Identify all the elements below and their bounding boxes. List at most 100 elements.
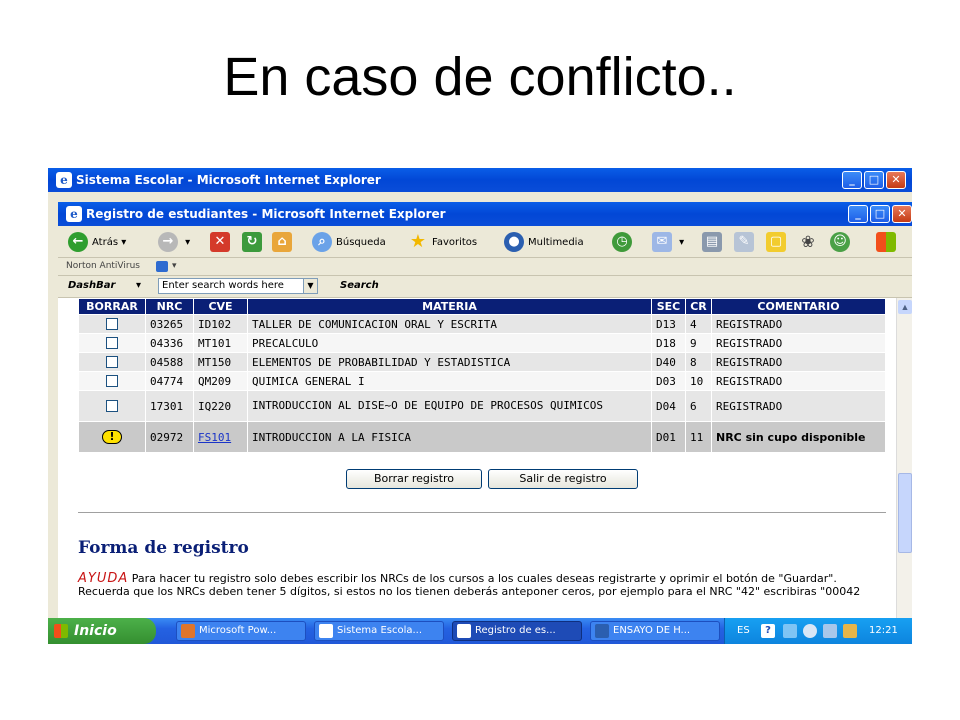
mail-icon: ✉ <box>652 232 672 252</box>
delete-checkbox[interactable] <box>106 318 118 330</box>
windows-flag-icon <box>876 232 896 252</box>
table-row: 04588 MT150 ELEMENTOS DE PROBABILIDAD Y … <box>78 352 886 372</box>
search-icon: ⌕ <box>312 232 332 252</box>
minimize-button[interactable]: _ <box>848 205 868 223</box>
materia-cell: INTRODUCCION A LA FISICA <box>247 421 652 453</box>
inner-window-title: Registro de estudiantes - Microsoft Inte… <box>86 207 446 221</box>
comentario-cell: REGISTRADO <box>711 314 886 334</box>
exit-registration-button[interactable]: Salir de registro <box>488 469 638 489</box>
maximize-button[interactable]: □ <box>870 205 890 223</box>
materia-cell: INTRODUCCION AL DISE~O DE EQUIPO DE PROC… <box>247 390 652 422</box>
table-row: 03265 ID102 TALLER DE COMUNICACION ORAL … <box>78 314 886 334</box>
norton-dropdown-icon[interactable]: ▾ <box>172 261 177 271</box>
search-button[interactable]: ⌕ Búsqueda <box>312 232 386 252</box>
research-button[interactable]: ❀ <box>798 232 822 252</box>
maximize-button[interactable]: □ <box>864 171 884 189</box>
task-label: ENSAYO DE H... <box>613 625 691 636</box>
print-button[interactable]: ▤ <box>702 232 726 252</box>
norton-toolbar: Norton AntiVirus ▾ <box>58 258 912 276</box>
display-icon[interactable] <box>823 624 837 638</box>
norton-label: Norton AntiVirus <box>66 261 140 271</box>
cve-cell: MT101 <box>193 333 248 353</box>
start-button[interactable]: Inicio <box>48 618 156 644</box>
home-button[interactable]: ⌂ <box>272 232 296 252</box>
cr-cell: 6 <box>685 390 712 422</box>
comentario-cell: NRC sin cupo disponible <box>711 421 886 453</box>
discuss-button[interactable]: ▢ <box>766 232 790 252</box>
volume-icon[interactable] <box>843 624 857 638</box>
close-button[interactable]: ✕ <box>886 171 906 189</box>
nrc-cell: 04774 <box>145 371 194 391</box>
cr-cell: 11 <box>685 421 712 453</box>
stop-button[interactable]: ✕ <box>210 232 234 252</box>
minimize-button[interactable]: _ <box>842 171 862 189</box>
dashbar-search-input[interactable]: Enter search words here ▼ <box>158 278 318 294</box>
dashbar-label[interactable]: DashBar <box>68 280 115 291</box>
favorites-label: Favoritos <box>432 237 478 248</box>
search-dropdown-icon[interactable]: ▼ <box>303 279 317 293</box>
inner-window-titlebar[interactable]: e Registro de estudiantes - Microsoft In… <box>58 202 912 226</box>
delete-checkbox[interactable] <box>106 337 118 349</box>
delete-checkbox[interactable] <box>106 356 118 368</box>
delete-checkbox[interactable] <box>106 400 118 412</box>
divider <box>78 512 886 514</box>
mail-button[interactable]: ✉ ▾ <box>652 232 684 252</box>
history-button[interactable]: ◷ <box>612 232 636 252</box>
edit-button[interactable]: ✎ <box>734 232 758 252</box>
delete-checkbox[interactable] <box>106 375 118 387</box>
task-label: Sistema Escola... <box>337 625 423 636</box>
media-icon: ● <box>504 232 524 252</box>
table-row: 04774 QM209 QUIMICA GENERAL I D03 10 REG… <box>78 371 886 391</box>
flower-icon: ❀ <box>801 232 815 251</box>
cve-cell: QM209 <box>193 371 248 391</box>
cve-link[interactable]: FS101 <box>198 431 231 444</box>
comentario-cell: REGISTRADO <box>711 352 886 372</box>
close-button[interactable]: ✕ <box>892 205 912 223</box>
language-indicator[interactable]: ES <box>737 625 750 636</box>
multimedia-button[interactable]: ● Multimedia <box>504 232 584 252</box>
dashbar-search-value: Enter search words here <box>162 280 284 291</box>
favorites-button[interactable]: ★ Favoritos <box>408 232 477 252</box>
cve-cell: ID102 <box>193 314 248 334</box>
taskbar-item-sistema-escolar[interactable]: Sistema Escola... <box>314 621 444 641</box>
taskbar-item-word[interactable]: ENSAYO DE H... <box>590 621 720 641</box>
norton-shield-icon[interactable] <box>156 261 168 272</box>
delete-registration-button[interactable]: Borrar registro <box>346 469 482 489</box>
inner-window: e Registro de estudiantes - Microsoft In… <box>58 202 912 618</box>
cve-cell: IQ220 <box>193 390 248 422</box>
messenger-tray-icon[interactable] <box>803 624 817 638</box>
back-arrow-icon: ← <box>68 232 88 252</box>
home-icon: ⌂ <box>272 232 292 252</box>
taskbar-item-powerpoint[interactable]: Microsoft Pow... <box>176 621 306 641</box>
task-label: Registro de es... <box>475 625 556 636</box>
sec-cell: D03 <box>651 371 686 391</box>
vertical-scrollbar[interactable]: ▲ <box>896 298 912 618</box>
back-button[interactable]: ← Atrás ▾ <box>68 232 126 252</box>
col-materia: MATERIA <box>247 298 652 315</box>
nrc-cell: 03265 <box>145 314 194 334</box>
dashbar-dropdown-icon[interactable]: ▾ <box>136 280 141 291</box>
scroll-up-icon[interactable]: ▲ <box>898 300 912 314</box>
back-label: Atrás <box>92 237 119 248</box>
sec-cell: D40 <box>651 352 686 372</box>
taskbar-item-registro[interactable]: Registro de es... <box>452 621 582 641</box>
refresh-button[interactable]: ↻ <box>242 232 266 252</box>
scroll-thumb[interactable] <box>898 473 912 553</box>
sec-cell: D01 <box>651 421 686 453</box>
network-icon[interactable] <box>783 624 797 638</box>
ie-icon <box>457 624 471 638</box>
history-icon: ◷ <box>612 232 632 252</box>
system-tray: ES ? 12:21 <box>724 618 912 644</box>
help-icon[interactable]: ? <box>761 624 775 638</box>
col-nrc: NRC <box>145 298 194 315</box>
messenger-button[interactable]: ☺ <box>830 232 854 252</box>
printer-icon: ▤ <box>702 232 722 252</box>
outer-window-titlebar[interactable]: e Sistema Escolar - Microsoft Internet E… <box>48 168 912 192</box>
ie-icon: e <box>66 206 82 222</box>
help-paragraph: AYUDA Para hacer tu registro solo debes … <box>78 572 890 598</box>
forward-button[interactable]: → ▾ <box>158 232 190 252</box>
cr-cell: 8 <box>685 352 712 372</box>
note-icon: ▢ <box>766 232 786 252</box>
dashbar-toolbar: DashBar ▾ Enter search words here ▼ Sear… <box>58 276 912 298</box>
dashbar-search-button[interactable]: Search <box>340 280 379 291</box>
